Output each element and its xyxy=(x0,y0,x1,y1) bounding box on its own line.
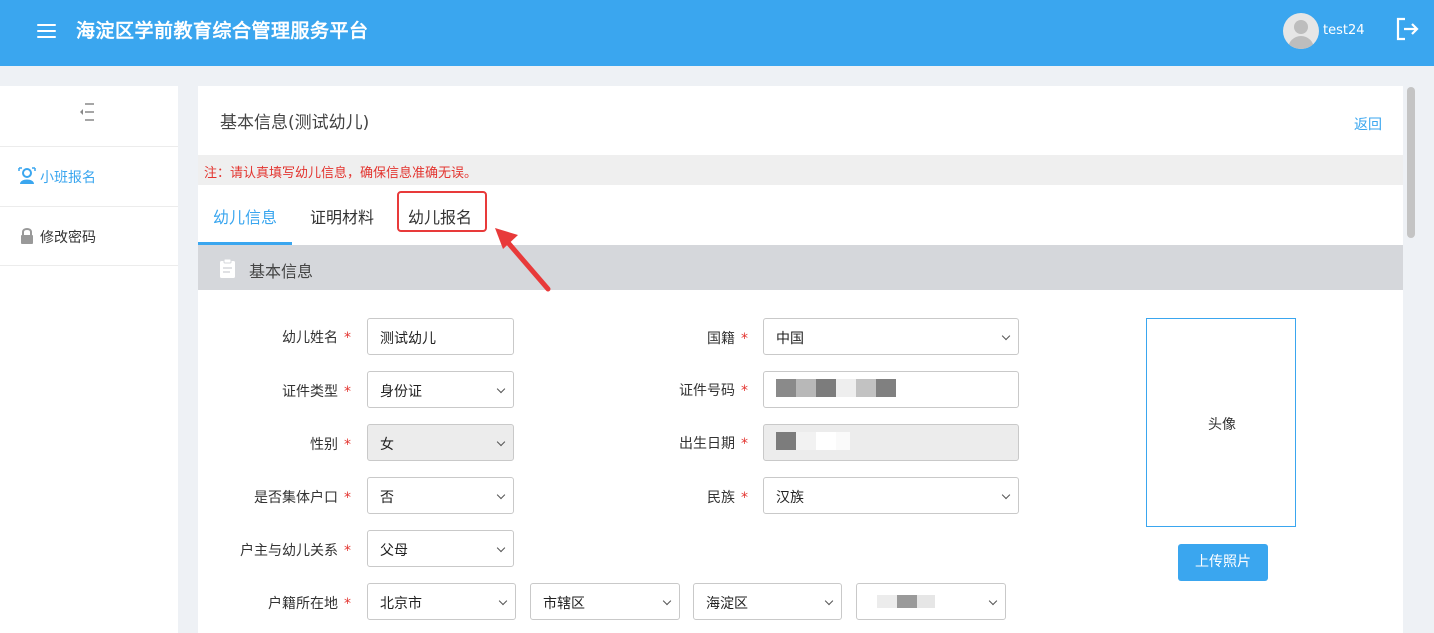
nationality-label: 国籍 * xyxy=(707,331,748,347)
upload-photo-button[interactable]: 上传照片 xyxy=(1178,544,1268,581)
redacted-block xyxy=(776,379,796,397)
app-title: 海淀区学前教育综合管理服务平台 xyxy=(76,20,369,42)
scrollbar-thumb[interactable] xyxy=(1407,87,1415,238)
vertical-scrollbar[interactable] xyxy=(1404,86,1418,633)
ethnicity-select[interactable]: 汉族 xyxy=(763,477,1019,514)
hamburger-menu-icon[interactable] xyxy=(37,24,56,38)
main-panel: 基本信息(测试幼儿) 返回 注：请认真填写幼儿信息，确保信息准确无误。 幼儿信息… xyxy=(198,86,1403,633)
redacted-block xyxy=(836,379,856,397)
redacted-block xyxy=(917,595,935,608)
sidebar-item-label: 修改密码 xyxy=(40,230,96,246)
id-type-select[interactable]: 身份证 xyxy=(367,371,514,408)
gender-select[interactable]: 女 xyxy=(367,424,514,461)
relation-select[interactable]: 父母 xyxy=(367,530,514,567)
collective-household-select[interactable]: 否 xyxy=(367,477,514,514)
redacted-block xyxy=(856,379,876,397)
birth-date-input[interactable] xyxy=(763,424,1019,461)
id-number-label: 证件号码 * xyxy=(679,383,748,399)
child-name-input[interactable]: 测试幼儿 xyxy=(367,318,514,355)
tab-bar: 幼儿信息 证明材料 幼儿报名 xyxy=(198,186,1403,245)
top-header: 海淀区学前教育综合管理服务平台 test24 xyxy=(0,0,1434,66)
tab-child-info[interactable]: 幼儿信息 xyxy=(213,204,277,228)
sidebar-item-change-password[interactable]: 修改密码 xyxy=(0,206,178,266)
nationality-select[interactable]: 中国 xyxy=(763,318,1019,355)
province-select[interactable]: 北京市 xyxy=(367,583,516,620)
redacted-block xyxy=(836,432,850,450)
redacted-block xyxy=(897,595,917,608)
id-number-input[interactable] xyxy=(763,371,1019,408)
username[interactable]: test24 xyxy=(1323,23,1365,38)
name-label: 幼儿姓名 * xyxy=(282,330,351,346)
notice-text: 注：请认真填写幼儿信息，确保信息准确无误。 xyxy=(204,166,478,181)
district-select[interactable]: 海淀区 xyxy=(693,583,842,620)
page-title: 基本信息(测试幼儿) xyxy=(220,113,370,133)
notice-bar: 注：请认真填写幼儿信息，确保信息准确无误。 xyxy=(198,155,1403,185)
redacted-block xyxy=(877,595,897,608)
photo-label: 头像 xyxy=(1208,417,1236,433)
birth-date-label: 出生日期 * xyxy=(679,436,748,452)
gender-label: 性别 * xyxy=(310,437,351,453)
clipboard-icon xyxy=(220,258,235,278)
section-header: 基本信息 xyxy=(198,245,1403,290)
collapse-sidebar-icon[interactable] xyxy=(78,102,96,122)
logout-icon[interactable] xyxy=(1394,16,1420,42)
lock-icon xyxy=(21,228,33,244)
redacted-block xyxy=(796,379,816,397)
sidebar-item-label: 小班报名 xyxy=(40,170,96,186)
sidebar: 小班报名 修改密码 xyxy=(0,86,178,633)
household-label: 户籍所在地 * xyxy=(268,596,351,612)
id-type-label: 证件类型 * xyxy=(282,384,351,400)
redacted-block xyxy=(816,379,836,397)
sidebar-item-enrollment[interactable]: 小班报名 xyxy=(0,146,178,206)
tab-documents[interactable]: 证明材料 xyxy=(310,204,374,228)
street-select[interactable] xyxy=(856,583,1006,620)
back-link[interactable]: 返回 xyxy=(1354,114,1382,134)
redacted-block xyxy=(796,432,816,450)
ethnicity-label: 民族 * xyxy=(707,490,748,506)
redacted-block xyxy=(876,379,896,397)
photo-placeholder: 头像 xyxy=(1146,318,1296,527)
annotation-arrow xyxy=(495,228,551,292)
user-icon xyxy=(18,167,36,184)
annotation-highlight-box xyxy=(397,191,487,232)
relation-label: 户主与幼儿关系 * xyxy=(240,543,351,559)
city-select[interactable]: 市辖区 xyxy=(530,583,680,620)
collective-label: 是否集体户口 * xyxy=(254,490,351,506)
user-avatar[interactable] xyxy=(1283,13,1319,49)
redacted-block xyxy=(816,432,836,450)
section-title: 基本信息 xyxy=(249,262,314,281)
redacted-block xyxy=(776,432,796,450)
